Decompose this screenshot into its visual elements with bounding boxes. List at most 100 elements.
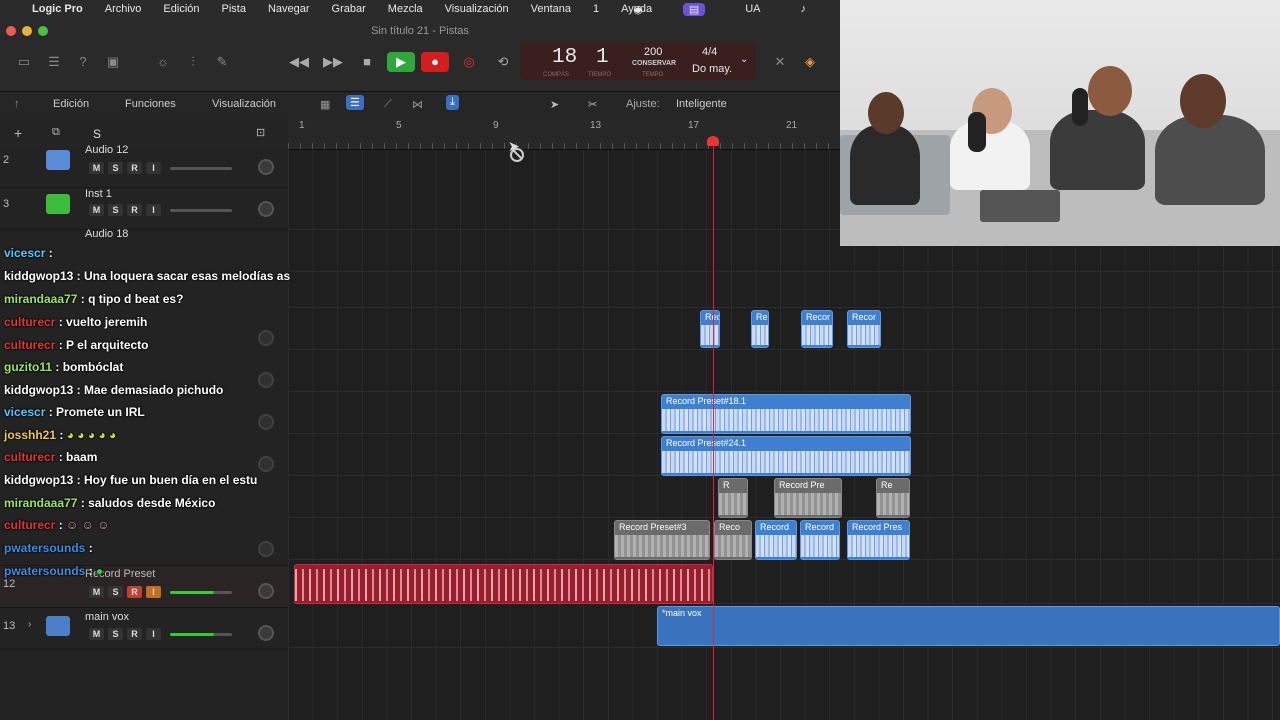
pan-knob[interactable] bbox=[258, 201, 274, 217]
functions-menu[interactable]: Funciones bbox=[125, 98, 176, 110]
menu-navegar[interactable]: Navegar bbox=[268, 3, 310, 15]
mute-button[interactable]: M bbox=[89, 162, 104, 174]
input-monitor-button[interactable]: I bbox=[146, 204, 161, 216]
main-vox-region[interactable]: *main vox bbox=[657, 606, 1280, 646]
help-icon[interactable]: ? bbox=[73, 54, 93, 70]
mute-button[interactable]: M bbox=[89, 628, 104, 640]
solo-button[interactable]: S bbox=[108, 204, 123, 216]
grid-icon[interactable]: ▦ bbox=[320, 98, 330, 111]
record-enable-button[interactable]: R bbox=[127, 162, 142, 174]
pan-knob[interactable] bbox=[258, 330, 274, 346]
record-enable-button[interactable]: R bbox=[127, 204, 142, 216]
track-name[interactable]: Inst 1 bbox=[85, 188, 112, 200]
solo-button[interactable]: S bbox=[108, 162, 123, 174]
menu-archivo[interactable]: Archivo bbox=[105, 3, 142, 15]
input-monitor-button[interactable]: I bbox=[146, 628, 161, 640]
volume-fader[interactable] bbox=[170, 591, 232, 594]
audio-region[interactable]: R bbox=[718, 478, 748, 518]
flex-icon[interactable]: ⋈ bbox=[412, 98, 423, 111]
close-window-button[interactable] bbox=[6, 26, 16, 36]
rewind-button[interactable]: ◀◀ bbox=[285, 52, 313, 72]
pan-knob[interactable] bbox=[258, 541, 274, 557]
audio-region[interactable]: Record bbox=[800, 520, 840, 560]
record-enable-button[interactable]: R bbox=[127, 628, 142, 640]
folder-icon[interactable]: ⊡ bbox=[256, 126, 265, 139]
track-lane[interactable] bbox=[288, 308, 1280, 350]
zoom-window-button[interactable] bbox=[38, 26, 48, 36]
track-name[interactable]: Audio 18 bbox=[85, 228, 128, 240]
audio-region[interactable]: Record Preset#3 bbox=[614, 520, 710, 560]
mixer-icon[interactable]: ⫶ bbox=[183, 54, 203, 70]
audio-region[interactable]: Recor bbox=[847, 310, 881, 348]
record-button[interactable]: ● bbox=[421, 52, 449, 72]
menu-edicion[interactable]: Edición bbox=[163, 3, 199, 15]
add-track-icon[interactable]: + bbox=[14, 125, 22, 141]
editors-icon[interactable]: ✎ bbox=[212, 54, 232, 70]
disclosure-arrow-icon[interactable]: › bbox=[28, 619, 31, 630]
chevron-down-icon[interactable]: ⌄ bbox=[740, 54, 748, 65]
mute-button[interactable]: M bbox=[89, 586, 104, 598]
audio-region[interactable]: Record Pre bbox=[774, 478, 842, 518]
smart-controls-icon[interactable]: ☼ bbox=[153, 54, 173, 70]
pan-knob[interactable] bbox=[258, 372, 274, 388]
play-button[interactable]: ▶ bbox=[387, 52, 415, 72]
shazam-icon[interactable]: ♪ bbox=[801, 3, 807, 15]
pan-knob[interactable] bbox=[258, 456, 274, 472]
menu-visualizacion[interactable]: Visualización bbox=[445, 3, 509, 15]
recording-region[interactable] bbox=[294, 564, 713, 604]
marquee-tool-icon[interactable]: ✂ bbox=[588, 98, 597, 111]
pan-knob[interactable] bbox=[258, 159, 274, 175]
language-indicator[interactable]: UA bbox=[745, 3, 760, 15]
audio-region[interactable]: Record bbox=[755, 520, 797, 560]
record-enable-button[interactable]: R bbox=[127, 586, 142, 598]
mute-button[interactable]: M bbox=[89, 204, 104, 216]
track-lane[interactable] bbox=[288, 350, 1280, 392]
input-monitor-button[interactable]: I bbox=[146, 162, 161, 174]
library-icon[interactable]: ▭ bbox=[14, 54, 34, 70]
control-center-icon[interactable]: ▤ bbox=[682, 2, 706, 16]
solo-button[interactable]: S bbox=[108, 628, 123, 640]
volume-fader[interactable] bbox=[170, 167, 232, 170]
audio-region[interactable]: Record Pres bbox=[847, 520, 910, 560]
input-monitor-button[interactable]: I bbox=[146, 586, 161, 598]
menu-1[interactable]: 1 bbox=[593, 3, 599, 15]
minimize-window-button[interactable] bbox=[22, 26, 32, 36]
view-menu[interactable]: Visualización bbox=[212, 98, 276, 110]
capture-recording-button[interactable]: ◎ bbox=[455, 52, 483, 72]
cycle-button[interactable]: ⟲ bbox=[489, 52, 517, 72]
track-lane[interactable] bbox=[288, 272, 1280, 308]
audio-region[interactable]: Record Preset#24.1 bbox=[661, 436, 911, 476]
pointer-tool-icon[interactable]: ➤ bbox=[550, 98, 559, 111]
menu-pista[interactable]: Pista bbox=[222, 3, 246, 15]
playhead[interactable] bbox=[713, 140, 714, 720]
pan-knob[interactable] bbox=[258, 625, 274, 641]
toolbar-icon[interactable]: ▣ bbox=[103, 54, 123, 70]
audio-region[interactable]: Rec bbox=[700, 310, 720, 348]
forward-button[interactable]: ▶▶ bbox=[319, 52, 347, 72]
close-icon[interactable]: ✕ bbox=[770, 54, 790, 70]
menu-mezcla[interactable]: Mezcla bbox=[388, 3, 423, 15]
solo-button[interactable]: S bbox=[108, 586, 123, 598]
menu-ventana[interactable]: Ventana bbox=[531, 3, 571, 15]
track-row[interactable]: 3 Inst 1 M S R I bbox=[0, 188, 288, 230]
pan-knob[interactable] bbox=[258, 583, 274, 599]
playhead-handle[interactable] bbox=[707, 136, 719, 146]
back-icon[interactable]: ↑ bbox=[14, 98, 20, 110]
global-solo-button[interactable]: S bbox=[93, 127, 101, 141]
catch-icon[interactable]: ⤓ bbox=[446, 95, 459, 110]
timeline-ruler[interactable]: 1 5 9 13 17 21 bbox=[288, 116, 840, 150]
edit-menu[interactable]: Edición bbox=[53, 98, 89, 110]
inspector-icon[interactable]: ☰ bbox=[44, 54, 64, 70]
audio-region[interactable]: Re bbox=[751, 310, 769, 348]
audio-region[interactable]: Record Preset#18.1 bbox=[661, 394, 911, 434]
record-status-icon[interactable]: ◉ bbox=[633, 3, 643, 16]
track-row[interactable]: 2 Audio 12 M S R I bbox=[0, 144, 288, 188]
volume-fader[interactable] bbox=[170, 209, 232, 212]
menu-app-name[interactable]: Logic Pro bbox=[32, 3, 83, 15]
audio-region[interactable]: Reco bbox=[714, 520, 752, 560]
lcd-display[interactable]: 18 1 COMPÁS TIEMPO 200 CONSERVAR TEMPO 4… bbox=[520, 42, 756, 80]
audio-region[interactable]: Re bbox=[876, 478, 910, 518]
volume-fader[interactable] bbox=[170, 633, 232, 636]
track-row[interactable]: 13 › main vox M S R I bbox=[0, 608, 288, 650]
track-name[interactable]: Audio 12 bbox=[85, 144, 128, 156]
